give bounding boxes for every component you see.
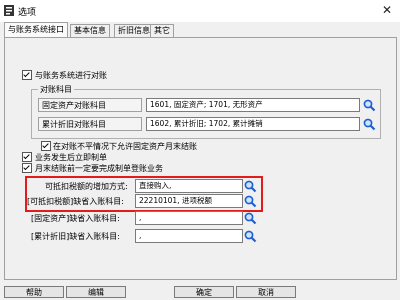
- search-icon[interactable]: [243, 211, 257, 225]
- allow-close-unbalanced-checkbox[interactable]: [41, 141, 51, 151]
- reconcile-accounts-group: 对账科目 固定资产对账科目 1601, 固定资产; 1701, 无形资产 累计折…: [31, 84, 381, 139]
- ok-button[interactable]: 确定: [174, 286, 234, 298]
- app-icon: [4, 5, 14, 16]
- tab-basic-info[interactable]: 基本信息: [70, 24, 110, 37]
- immediate-voucher-checkbox[interactable]: [22, 152, 32, 162]
- tab-accounting-interface[interactable]: 与账务系统接口: [4, 22, 68, 37]
- tax-default-label: [可抵扣税额]缺省入账科目:: [27, 197, 124, 206]
- fixed-asset-account-label: 固定资产对账科目: [38, 98, 142, 112]
- search-icon[interactable]: [362, 117, 376, 131]
- search-icon[interactable]: [243, 194, 257, 208]
- immediate-voucher-label: 业务发生后立即制单: [35, 153, 107, 162]
- tax-adjust-field[interactable]: 直接购入,: [135, 179, 243, 193]
- search-icon[interactable]: [243, 229, 257, 243]
- depreciation-account-field[interactable]: 1602, 累计折旧; 1702, 累计摊销: [146, 117, 360, 131]
- fa-default-label: [固定资产]缺省入账科目:: [31, 214, 120, 223]
- group-title: 对账科目: [38, 84, 74, 95]
- search-icon[interactable]: [243, 179, 257, 193]
- cancel-button[interactable]: 取消: [236, 286, 296, 298]
- tax-default-field[interactable]: 22210101, 进项税额: [135, 194, 243, 208]
- tab-strip: 与账务系统接口 基本信息 折旧信息 其它: [0, 22, 400, 37]
- allow-close-unbalanced-label: 在对账不平情况下允许固定资产月末结账: [53, 142, 197, 151]
- search-icon[interactable]: [362, 98, 376, 112]
- tax-adjust-label: 可抵扣税额的增加方式:: [45, 182, 128, 191]
- tab-depreciation-info[interactable]: 折旧信息: [114, 24, 154, 37]
- reconcile-checkbox[interactable]: [22, 70, 32, 80]
- fixed-asset-account-field[interactable]: 1601, 固定资产; 1701, 无形资产: [146, 98, 360, 112]
- dep-default-label: [累计折旧]缺省入账科目:: [31, 232, 120, 241]
- tab-panel: 与账务系统进行对账 对账科目 固定资产对账科目 1601, 固定资产; 1701…: [4, 37, 397, 280]
- window-title: 选项: [18, 8, 37, 18]
- month-end-voucher-label: 月末结账前一定要完成制单登账业务: [35, 164, 163, 173]
- edit-button[interactable]: 编辑: [66, 286, 126, 298]
- reconcile-checkbox-label: 与账务系统进行对账: [35, 71, 107, 80]
- close-icon[interactable]: ✕: [382, 3, 392, 17]
- dep-default-field[interactable]: ,: [135, 229, 243, 243]
- fa-default-field[interactable]: ,: [135, 211, 243, 225]
- tab-other[interactable]: 其它: [150, 24, 174, 37]
- depreciation-account-label: 累计折旧对账科目: [38, 117, 142, 131]
- help-button[interactable]: 帮助: [4, 286, 64, 298]
- month-end-voucher-checkbox[interactable]: [22, 163, 32, 173]
- title-bar: 选项 ✕: [0, 0, 400, 22]
